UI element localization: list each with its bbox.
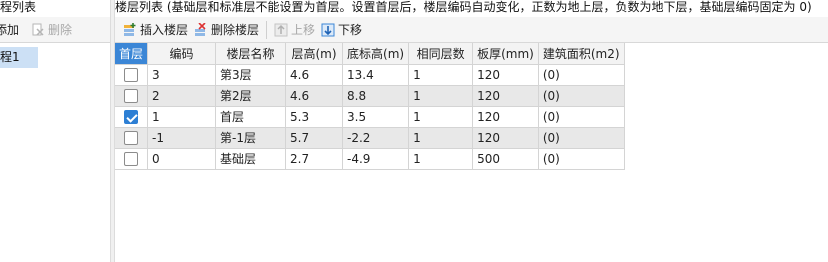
floor-height-cell[interactable]: 5.3 bbox=[285, 106, 344, 128]
column-header-slab-thickness[interactable]: 板厚(mm) bbox=[472, 43, 539, 65]
insert-floor-button[interactable]: 插入楼层 bbox=[120, 19, 191, 41]
move-up-label: 上移 bbox=[291, 23, 316, 37]
delete-project-button[interactable]: 删除 bbox=[28, 19, 75, 41]
table-header-row: 首层 编码 楼层名称 层高(m) 底标高(m) 相同层数 板厚(mm) 建筑面积… bbox=[115, 43, 625, 65]
code-cell[interactable]: 0 bbox=[147, 148, 217, 170]
move-up-button[interactable]: 上移 bbox=[271, 19, 318, 41]
table-row[interactable]: 1 首层 5.3 3.5 1 120 (0) bbox=[115, 106, 625, 128]
floor-name-cell[interactable]: 第-1层 bbox=[215, 127, 287, 149]
table-row[interactable]: 3 第3层 4.6 13.4 1 120 (0) bbox=[115, 64, 625, 86]
first-floor-checkbox[interactable] bbox=[124, 109, 138, 124]
building-area-cell[interactable]: (0) bbox=[538, 106, 625, 128]
first-floor-cell bbox=[115, 127, 149, 149]
delete-floor-button[interactable]: 删除楼层 bbox=[191, 19, 262, 41]
first-floor-cell bbox=[115, 106, 149, 128]
column-header-floor-height[interactable]: 层高(m) bbox=[285, 43, 344, 65]
same-floor-count-cell[interactable]: 1 bbox=[408, 64, 474, 86]
floor-name-cell[interactable]: 基础层 bbox=[215, 148, 287, 170]
floor-height-cell[interactable]: 4.6 bbox=[285, 85, 344, 107]
move-down-button[interactable]: 下移 bbox=[318, 19, 365, 41]
same-floor-count-cell[interactable]: 1 bbox=[408, 148, 474, 170]
same-floor-count-cell[interactable]: 1 bbox=[408, 85, 474, 107]
bottom-elevation-cell[interactable]: 13.4 bbox=[342, 64, 410, 86]
arrow-down-icon bbox=[321, 23, 335, 37]
first-floor-checkbox[interactable] bbox=[124, 88, 138, 103]
bottom-elevation-cell[interactable]: -2.2 bbox=[342, 127, 410, 149]
table-row[interactable]: 0 基础层 2.7 -4.9 1 500 (0) bbox=[115, 148, 625, 170]
bottom-elevation-cell[interactable]: -4.9 bbox=[342, 148, 410, 170]
floor-list-panel: 楼层列表 (基础层和标准层不能设置为首层。设置首层后，楼层编码自动变化，正数为地… bbox=[115, 0, 828, 262]
code-cell[interactable]: 3 bbox=[147, 64, 217, 86]
code-cell[interactable]: -1 bbox=[147, 127, 217, 149]
building-area-cell[interactable]: (0) bbox=[538, 64, 625, 86]
insert-floor-icon bbox=[123, 22, 137, 37]
delete-floor-label: 删除楼层 bbox=[211, 23, 260, 37]
move-down-label: 下移 bbox=[338, 23, 363, 37]
code-cell[interactable]: 2 bbox=[147, 85, 217, 107]
floor-height-cell[interactable]: 5.7 bbox=[285, 127, 344, 149]
table-row[interactable]: 2 第2层 4.6 8.8 1 120 (0) bbox=[115, 85, 625, 107]
project-list-title: 工程列表 bbox=[0, 0, 37, 14]
slab-thickness-cell[interactable]: 120 bbox=[472, 106, 539, 128]
table-row[interactable]: -1 第-1层 5.7 -2.2 1 120 (0) bbox=[115, 127, 625, 149]
first-floor-checkbox[interactable] bbox=[124, 151, 138, 166]
floor-height-cell[interactable]: 4.6 bbox=[285, 64, 344, 86]
first-floor-cell bbox=[115, 64, 149, 86]
floor-table: 首层 编码 楼层名称 层高(m) 底标高(m) 相同层数 板厚(mm) 建筑面积… bbox=[115, 43, 625, 170]
project-item[interactable]: 工程1 bbox=[0, 47, 38, 68]
delete-floor-icon bbox=[194, 21, 208, 37]
bottom-elevation-cell[interactable]: 3.5 bbox=[342, 106, 410, 128]
project-item-label: 工程1 bbox=[0, 50, 20, 64]
bottom-elevation-cell[interactable]: 8.8 bbox=[342, 85, 410, 107]
insert-floor-label: 插入楼层 bbox=[140, 23, 189, 37]
first-floor-checkbox[interactable] bbox=[124, 67, 138, 82]
column-header-first-floor[interactable]: 首层 bbox=[115, 43, 149, 65]
column-header-same-floor-count[interactable]: 相同层数 bbox=[408, 43, 474, 65]
floor-list-toolbar: 插入楼层 删除楼层 上移 下移 bbox=[115, 17, 828, 43]
toolbar-separator bbox=[266, 20, 268, 39]
delete-document-icon bbox=[31, 23, 45, 37]
first-floor-cell bbox=[115, 148, 149, 170]
slab-thickness-cell[interactable]: 120 bbox=[472, 127, 539, 149]
slab-thickness-cell[interactable]: 120 bbox=[472, 64, 539, 86]
project-list-panel: 工程列表 添加 删除 工程1 bbox=[0, 0, 110, 262]
building-area-cell[interactable]: (0) bbox=[538, 127, 625, 149]
first-floor-checkbox[interactable] bbox=[124, 130, 138, 145]
column-header-code[interactable]: 编码 bbox=[147, 43, 217, 65]
delete-project-label: 删除 bbox=[48, 23, 73, 37]
floor-height-cell[interactable]: 2.7 bbox=[285, 148, 344, 170]
add-project-button[interactable]: 添加 bbox=[0, 19, 22, 41]
floor-name-cell[interactable]: 第2层 bbox=[215, 85, 287, 107]
building-area-cell[interactable]: (0) bbox=[538, 85, 625, 107]
project-list-toolbar: 添加 删除 bbox=[0, 17, 110, 43]
code-cell[interactable]: 1 bbox=[147, 106, 217, 128]
floor-name-cell[interactable]: 首层 bbox=[215, 106, 287, 128]
column-header-bottom-elevation[interactable]: 底标高(m) bbox=[342, 43, 410, 65]
floor-name-cell[interactable]: 第3层 bbox=[215, 64, 287, 86]
column-header-floor-name[interactable]: 楼层名称 bbox=[215, 43, 287, 65]
add-project-label: 添加 bbox=[0, 23, 20, 37]
first-floor-cell bbox=[115, 85, 149, 107]
same-floor-count-cell[interactable]: 1 bbox=[408, 106, 474, 128]
slab-thickness-cell[interactable]: 500 bbox=[472, 148, 539, 170]
arrow-up-icon bbox=[274, 23, 288, 37]
slab-thickness-cell[interactable]: 120 bbox=[472, 85, 539, 107]
column-header-building-area[interactable]: 建筑面积(m2) bbox=[538, 43, 625, 65]
building-area-cell[interactable]: (0) bbox=[538, 148, 625, 170]
floor-list-title: 楼层列表 (基础层和标准层不能设置为首层。设置首层后，楼层编码自动变化，正数为地… bbox=[115, 0, 812, 14]
same-floor-count-cell[interactable]: 1 bbox=[408, 127, 474, 149]
